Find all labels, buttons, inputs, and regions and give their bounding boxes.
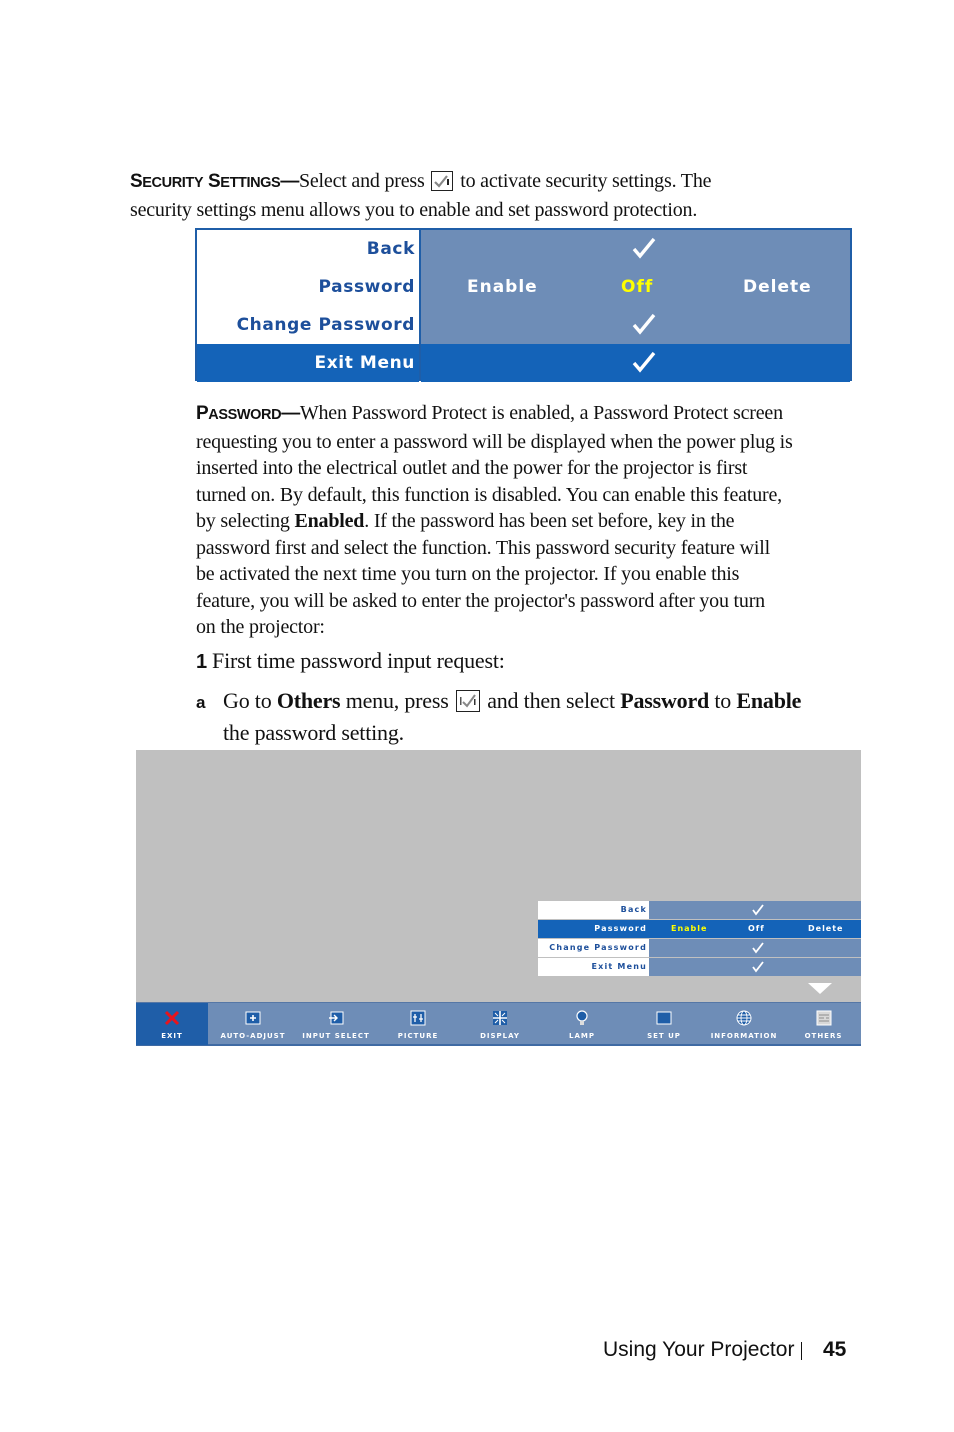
footer-divider <box>801 1342 802 1360</box>
menu-label-exit-menu: Exit Menu <box>197 344 419 382</box>
step-1: 1 First time password input request: <box>196 648 505 673</box>
checkmark-icon <box>632 351 656 373</box>
checkmark-icon <box>752 904 764 916</box>
page-number: 45 <box>823 1338 847 1361</box>
menubar-display[interactable]: DISPLAY <box>459 1003 541 1045</box>
checkmark-icon <box>752 942 764 954</box>
menubar-information[interactable]: INFORMATION <box>705 1003 783 1045</box>
lamp-bulb-icon <box>576 1010 588 1025</box>
menubar-set-up[interactable]: SET UP <box>623 1003 705 1045</box>
menu-label-password: Password <box>197 268 419 306</box>
screen-menu-row-exit-menu[interactable]: Exit Menu <box>537 958 861 976</box>
close-x-icon <box>164 1010 180 1026</box>
menubar-exit[interactable]: EXIT <box>136 1003 208 1045</box>
menu-label-back: Back <box>197 230 419 268</box>
screen-security-menu: Back Password Enable Off Delete Change P… <box>537 901 861 977</box>
menu-label-change-password: Change Password <box>197 306 419 344</box>
menubar-picture[interactable]: PICTURE <box>377 1003 459 1045</box>
screen-menu-row-password[interactable]: Password Enable Off Delete <box>537 920 861 938</box>
menubar-lamp[interactable]: LAMP <box>541 1003 623 1045</box>
password-heading: PASSWORD— <box>196 403 300 424</box>
step-a: a Go to Others menu, press and then selec… <box>196 688 802 745</box>
auto-adjust-icon <box>245 1011 261 1025</box>
others-icon <box>816 1010 831 1026</box>
checkmark-icon <box>632 313 656 335</box>
option-enable[interactable]: Enable <box>671 920 707 938</box>
option-delete[interactable]: Delete <box>743 268 812 306</box>
osd-main-menu-bar: EXIT AUTO-ADJUST INPUT SELECT PICTURE DI… <box>136 1002 861 1046</box>
scroll-down-arrow-icon[interactable] <box>808 983 832 994</box>
menu-row-password[interactable]: Password Enable Off Delete <box>197 268 850 306</box>
menu-row-back[interactable]: Back <box>197 230 850 268</box>
menubar-input-select[interactable]: INPUT SELECT <box>295 1003 377 1045</box>
option-off[interactable]: Off <box>621 268 653 306</box>
security-settings-paragraph: SECURITY SETTINGS—Select and press to ac… <box>130 170 712 221</box>
checkmark-icon <box>752 961 764 973</box>
password-paragraph: PASSWORD—When Password Protect is enable… <box>196 402 793 638</box>
menu-row-exit-menu[interactable]: Exit Menu <box>197 344 850 382</box>
setup-icon <box>656 1011 672 1025</box>
picture-icon <box>410 1010 426 1026</box>
option-off[interactable]: Off <box>748 920 765 938</box>
globe-icon <box>736 1010 752 1026</box>
option-enable[interactable]: Enable <box>467 268 538 306</box>
footer-chapter-title: Using Your Projector <box>603 1338 795 1361</box>
input-select-icon <box>329 1011 344 1025</box>
screen-menu-row-change-password[interactable]: Change Password <box>537 939 861 957</box>
enter-checkmark-icon <box>431 171 454 191</box>
menu-row-change-password[interactable]: Change Password <box>197 306 850 344</box>
security-settings-menu: Back Password Enable Off Delete Change P… <box>195 228 852 382</box>
menubar-auto-adjust[interactable]: AUTO-ADJUST <box>211 1003 295 1045</box>
checkmark-icon <box>632 237 656 259</box>
display-icon <box>493 1011 507 1025</box>
menubar-others[interactable]: OTHERS <box>786 1003 861 1045</box>
security-settings-heading: SECURITY SETTINGS— <box>130 171 299 192</box>
enter-checkmark-icon <box>455 690 480 712</box>
option-delete[interactable]: Delete <box>808 920 843 938</box>
screen-menu-row-back[interactable]: Back <box>537 901 861 919</box>
projector-screen-image: Back Password Enable Off Delete Change P… <box>136 750 861 1046</box>
